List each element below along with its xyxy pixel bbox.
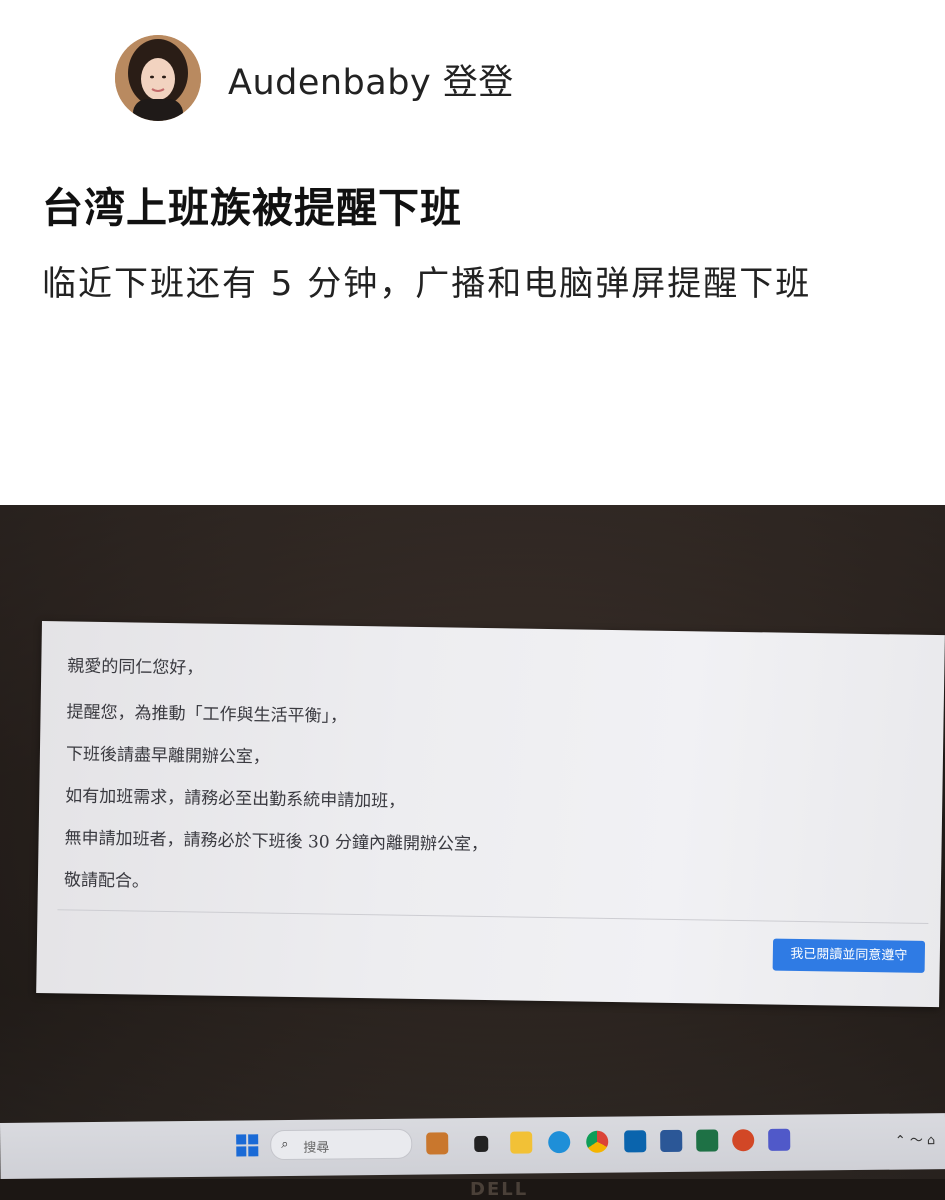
dialog-line: 親愛的同仁您好， <box>67 656 204 679</box>
word-icon[interactable] <box>660 1129 683 1153</box>
dialog-line: 提醒您，為推動「工作與生活平衡」， <box>66 702 348 727</box>
author-name[interactable]: Audenbaby 登登 <box>228 54 514 105</box>
terminal-icon[interactable] <box>474 1135 489 1153</box>
edge-icon[interactable] <box>548 1131 571 1154</box>
search-placeholder: 搜尋 <box>303 1140 330 1156</box>
file-explorer-icon[interactable] <box>510 1131 533 1154</box>
dell-logo: DELL <box>470 1179 529 1200</box>
outlook-icon[interactable] <box>624 1130 647 1153</box>
reminder-dialog: 親愛的同仁您好， 提醒您，為推動「工作與生活平衡」， 下班後請盡早離開辦公室， … <box>36 621 945 1008</box>
dialog-line: 敬請配合。 <box>63 870 150 892</box>
dialog-line: 如有加班需求，請務必至出勤系統申請加班， <box>65 786 406 812</box>
dialog-divider <box>57 909 929 924</box>
system-tray[interactable]: ⌃ 〜 ⌂ <box>895 1129 936 1148</box>
avatar[interactable] <box>115 35 201 121</box>
chrome-icon[interactable] <box>586 1130 609 1153</box>
excel-icon[interactable] <box>696 1129 719 1152</box>
teams-icon[interactable] <box>768 1128 791 1151</box>
agree-button[interactable]: 我已閱讀並同意遵守 <box>772 938 926 973</box>
dialog-line: 下班後請盡早離開辦公室， <box>65 744 271 768</box>
powerpoint-icon[interactable] <box>732 1129 755 1152</box>
dialog-line: 無申請加班者，請務必於下班後 30 分鐘內離開辦公室， <box>64 828 489 856</box>
work-briefcase-icon[interactable] <box>426 1132 449 1155</box>
search-input[interactable]: ⌕ 搜尋 <box>270 1128 413 1161</box>
search-icon: ⌕ <box>281 1136 289 1153</box>
windows-taskbar: ⌕ 搜尋 ⌃ 〜 ⌂ <box>0 1113 945 1179</box>
monitor-photo: 親愛的同仁您好， 提醒您，為推動「工作與生活平衡」， 下班後請盡早離開辦公室， … <box>0 505 945 1200</box>
windows-start-icon[interactable] <box>236 1134 259 1157</box>
post-header: Audenbaby 登登 台湾上班族被提醒下班 临近下班还有 5 分钟，广播和电… <box>0 0 945 505</box>
post-subtitle: 临近下班还有 5 分钟，广播和电脑弹屏提醒下班 <box>42 264 812 304</box>
monitor-bezel: DELL <box>0 1179 945 1200</box>
post-title: 台湾上班族被提醒下班 <box>42 184 462 232</box>
